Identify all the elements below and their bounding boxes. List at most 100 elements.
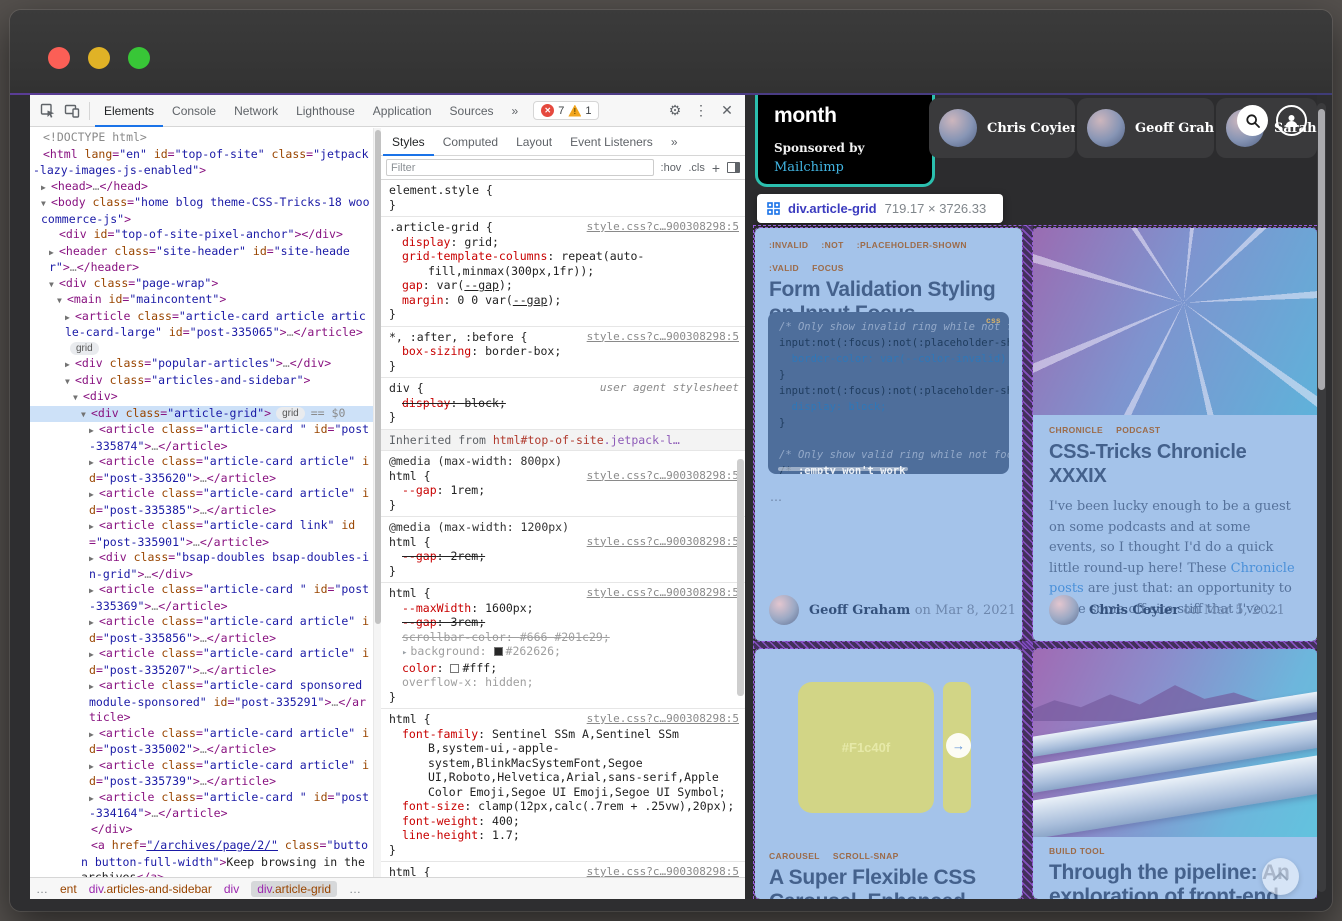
tree-line[interactable]: ▶<article class="article-card " id="post… [33,422,371,454]
tag-pill[interactable]: :NOT [821,240,843,250]
twisty-icon[interactable]: ▶ [89,423,99,439]
tag-pill[interactable]: FOCUS [812,263,844,273]
breadcrumb-item[interactable]: ent [60,882,77,896]
scroll-to-top-button[interactable] [1262,858,1299,895]
tree-line[interactable]: ▶<div class="popular-articles">…</div> [33,356,371,373]
breadcrumb-item[interactable]: … [349,882,361,896]
rule-selector[interactable]: div { [389,381,424,395]
tree-line[interactable]: <!DOCTYPE html> [33,130,371,147]
tree-line[interactable]: ▶<article class="article-card article" i… [33,758,371,790]
tree-line[interactable]: ▶<article class="article-card sponsored … [33,678,371,726]
css-property[interactable]: color: #fff; [389,661,739,676]
rule-selector[interactable]: html { [389,712,431,726]
inspect-element-icon[interactable] [36,99,60,123]
new-style-rule-button[interactable]: + [712,160,720,176]
twisty-icon[interactable]: ▼ [65,374,75,390]
breadcrumb-item[interactable]: … [36,882,48,896]
tag-pill[interactable]: :VALID [769,263,799,273]
tag-pill[interactable]: SCROLL-SNAP [833,851,899,861]
byline-author[interactable]: Chris Coyier [1089,603,1179,618]
rule-selector[interactable]: html { [389,535,431,549]
breadcrumb-item[interactable]: div.article-grid [251,881,337,897]
tree-line[interactable]: ▶<article class="article-card article" i… [33,614,371,646]
css-property[interactable]: overflow-x: hidden; [389,675,739,690]
tab-sources[interactable]: Sources [441,95,503,127]
article-card[interactable]: #F1c40f → CAROUSELSCROLL-SNAP A Super Fl… [755,649,1022,899]
account-icon[interactable] [1276,105,1307,136]
twisty-icon[interactable]: ▼ [41,196,51,212]
tab-computed[interactable]: Computed [434,128,507,156]
tab-network[interactable]: Network [225,95,287,127]
twisty-icon[interactable]: ▼ [73,390,83,406]
toggle-hover-state-button[interactable]: :hov [661,162,682,174]
byline-author[interactable]: Geoff Graham [809,603,910,618]
code-horizontal-scrollbar[interactable] [778,467,908,471]
css-property[interactable]: box-sizing: border-box; [389,344,739,359]
css-property[interactable]: font-size: clamp(12px,calc(.7rem + .25vw… [389,799,739,814]
twisty-icon[interactable]: ▶ [89,791,99,807]
toggle-sidebar-icon[interactable] [727,162,740,173]
dom-tree-scrollbar[interactable] [373,128,381,877]
tag-pill[interactable]: PODCAST [1116,425,1160,435]
css-property[interactable]: --gap: 1rem; [389,483,739,498]
page-scrollbar[interactable] [1317,103,1326,892]
carousel-next-button[interactable]: → [946,733,971,758]
tree-line[interactable]: ▶<article class="article-card " id="post… [33,790,371,822]
twisty-icon[interactable]: ▶ [89,583,99,599]
more-options-kebab-icon[interactable]: ⋮ [689,99,713,123]
tab-event-listeners[interactable]: Event Listeners [561,128,662,156]
article-card[interactable]: :INVALID :NOT :PLACEHOLDER-SHOWN :VALID FOCU… [755,228,1022,641]
close-devtools-icon[interactable]: ✕ [715,99,739,123]
twisty-icon[interactable]: ▼ [81,407,91,423]
style-source-link[interactable]: style.css?c…900308298:5 [587,535,739,550]
grid-badge[interactable]: grid [70,342,99,355]
tree-line[interactable]: ▶<article class="article-card article" i… [33,454,371,486]
tab-application[interactable]: Application [364,95,441,127]
twisty-icon[interactable]: ▶ [41,180,51,196]
twisty-icon[interactable]: ▶ [89,551,99,567]
tree-line[interactable]: ▼<div class="page-wrap"> [33,276,371,293]
twisty-icon[interactable]: ▶ [89,727,99,743]
tag-pill[interactable]: CAROUSEL [769,851,820,861]
css-property[interactable]: display: block; [389,396,739,411]
tree-line[interactable]: ▼<div> [33,389,371,406]
style-source-link[interactable]: style.css?c…900308298:5 [587,586,739,601]
tree-line[interactable]: ▶<article class="article-card link" id="… [33,518,371,550]
tree-line[interactable]: ▶<article class="article-card article ar… [33,309,371,357]
article-title[interactable]: CSS-Tricks Chronicle XXXIX [1049,440,1301,488]
close-window-button[interactable] [48,47,70,69]
tag-pill[interactable]: :PLACEHOLDER-SHOWN [857,240,967,250]
tree-line[interactable]: ▶<head>…</head> [33,179,371,196]
styles-scrollbar-thumb[interactable] [737,459,744,696]
tab--[interactable]: » [662,128,687,156]
grid-badge[interactable]: grid [276,407,305,420]
tab-console[interactable]: Console [163,95,225,127]
css-property[interactable]: --gap: 2rem; [389,549,739,564]
twisty-icon[interactable]: ▶ [65,357,75,373]
twisty-icon[interactable]: ▶ [49,245,59,261]
tree-line[interactable]: ▼<main id="maincontent"> [33,292,371,309]
tag-pill[interactable]: :INVALID [769,240,808,250]
tab-layout[interactable]: Layout [507,128,561,156]
style-source-link[interactable]: user agent stylesheet [600,381,739,396]
tree-line[interactable]: <div id="top-of-site-pixel-anchor"></div… [33,227,371,244]
minimize-window-button[interactable] [88,47,110,69]
twisty-icon[interactable]: ▶ [89,455,99,471]
twisty-icon[interactable]: ▼ [57,293,67,309]
rule-selector[interactable]: html { [389,586,431,600]
style-source-link[interactable]: style.css?c…900308298:5 [587,469,739,484]
css-property[interactable]: ▸background: #262626; [389,644,739,661]
tree-line[interactable]: ▼<div class="article-grid">grid== $0 [30,406,373,423]
styles-filter-input[interactable] [386,159,654,176]
tab--[interactable]: » [503,95,528,127]
tab-elements[interactable]: Elements [95,95,163,127]
search-icon[interactable] [1237,105,1268,136]
color-swatch[interactable] [450,664,459,673]
tree-line[interactable]: ▼<div class="articles-and-sidebar"> [33,373,371,390]
article-card[interactable]: CHRONICLEPODCAST CSS-Tricks Chronicle XX… [1033,228,1317,641]
style-source-link[interactable]: style.css?c…900308298:5 [587,220,739,235]
style-source-link[interactable]: style.css?c…900308298:5 [587,865,739,877]
rule-selector[interactable]: html { [389,469,431,483]
zoom-window-button[interactable] [128,47,150,69]
css-property[interactable]: --maxWidth: 1600px; [389,601,739,616]
